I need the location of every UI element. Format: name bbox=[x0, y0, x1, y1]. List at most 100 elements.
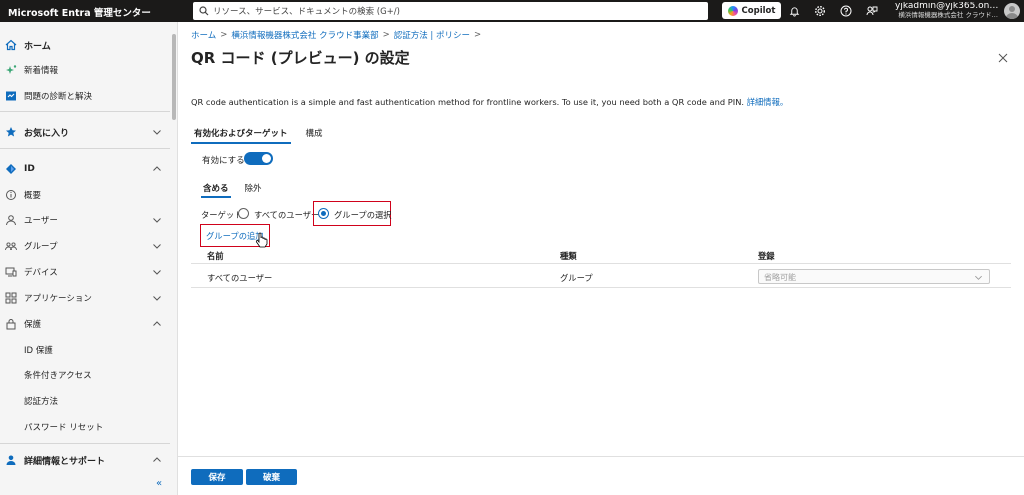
device-icon bbox=[5, 266, 17, 278]
chevron-down-icon bbox=[152, 241, 162, 251]
row-name-cell: すべてのユーザー bbox=[207, 273, 273, 283]
hand-cursor-icon bbox=[255, 232, 269, 248]
footer-divider bbox=[178, 456, 1024, 457]
lock-icon bbox=[5, 318, 17, 330]
breadcrumb-auth-policy[interactable]: 認証方法 | ポリシー bbox=[394, 29, 470, 41]
page-title: QR コード (プレビュー) の設定 bbox=[191, 49, 410, 67]
sidebar-item-applications[interactable]: アプリケーション bbox=[0, 287, 170, 309]
sidebar-item-identity[interactable]: ID bbox=[0, 158, 170, 180]
copilot-button[interactable]: Copilot bbox=[722, 2, 781, 19]
help-icon[interactable] bbox=[838, 3, 854, 19]
sidebar-item-label: 問題の診断と解決 bbox=[24, 92, 93, 102]
enable-toggle[interactable] bbox=[244, 152, 273, 165]
chevron-down-icon bbox=[152, 267, 162, 277]
account-tenant: 横浜情報機器株式会社 クラウド… bbox=[898, 11, 998, 19]
scrollbar-thumb[interactable] bbox=[172, 34, 176, 120]
breadcrumb-home[interactable]: ホーム bbox=[191, 29, 216, 41]
sidebar-item-label: アプリケーション bbox=[24, 294, 92, 304]
learn-more-link[interactable]: 詳細情報。 bbox=[747, 97, 789, 107]
chevron-up-icon bbox=[152, 164, 162, 174]
sidebar-item-diagnose[interactable]: 問題の診断と解決 bbox=[0, 85, 170, 107]
group-icon bbox=[5, 240, 17, 252]
radio-select-groups[interactable] bbox=[318, 208, 329, 219]
sidebar-item-label: ユーザー bbox=[24, 216, 58, 226]
avatar[interactable] bbox=[1004, 3, 1020, 19]
sidebar-item-label: パスワード リセット bbox=[24, 423, 104, 433]
subtab-bar: 含める 除外 bbox=[201, 182, 276, 198]
row-type-cell: グループ bbox=[560, 273, 593, 283]
description-text: QR code authentication is a simple and f… bbox=[191, 97, 747, 107]
tab-exclude[interactable]: 除外 bbox=[243, 182, 264, 198]
breadcrumb-separator: > bbox=[382, 30, 390, 40]
more-options-button[interactable]: ··· bbox=[394, 49, 405, 62]
enable-label: 有効にする bbox=[202, 156, 245, 166]
sidebar-item-protection[interactable]: 保護 bbox=[0, 313, 170, 335]
sidebar-item-label: 詳細情報とサポート bbox=[24, 456, 106, 467]
identity-icon bbox=[5, 163, 17, 175]
sparkle-icon bbox=[5, 64, 17, 76]
registration-value: 省略可能 bbox=[764, 273, 796, 282]
radio-all-users[interactable] bbox=[238, 208, 249, 219]
column-header-registration[interactable]: 登録 bbox=[758, 250, 775, 262]
breadcrumb-tenant[interactable]: 横浜情報機器株式会社 クラウド事業部 bbox=[231, 29, 378, 41]
close-icon[interactable] bbox=[997, 52, 1009, 64]
user-icon bbox=[5, 214, 17, 226]
tab-bar: 有効化およびターゲット 構成 bbox=[191, 127, 338, 144]
tab-include[interactable]: 含める bbox=[201, 182, 231, 198]
toggle-knob bbox=[262, 154, 271, 163]
column-header-type[interactable]: 種類 bbox=[560, 250, 577, 262]
home-icon bbox=[5, 39, 17, 51]
sidebar-item-devices[interactable]: デバイス bbox=[0, 261, 170, 283]
save-button[interactable]: 保存 bbox=[191, 469, 243, 485]
sidebar-item-whats-new[interactable]: 新着情報 bbox=[0, 59, 170, 81]
sidebar-item-label: グループ bbox=[24, 242, 58, 252]
sidebar-item-groups[interactable]: グループ bbox=[0, 235, 170, 257]
sidebar: ホーム 新着情報 問題の診断と解決 お気に入り ID 概要 ユーザー グループ … bbox=[0, 22, 178, 495]
chevron-down-icon bbox=[974, 273, 983, 285]
sidebar-item-label: ID 保護 bbox=[24, 346, 53, 356]
sidebar-item-favorites[interactable]: お気に入り bbox=[0, 121, 170, 143]
radio-select-groups-label[interactable]: グループの選択 bbox=[334, 209, 392, 221]
sidebar-item-label: ホーム bbox=[24, 41, 51, 52]
divider bbox=[0, 443, 170, 444]
chevron-down-icon bbox=[152, 127, 162, 137]
radio-all-users-label[interactable]: すべてのユーザー bbox=[254, 209, 319, 221]
breadcrumb: ホーム > 横浜情報機器株式会社 クラウド事業部 > 認証方法 | ポリシー > bbox=[191, 29, 485, 41]
sidebar-scrollbar[interactable] bbox=[171, 22, 177, 495]
sidebar-item-label: 概要 bbox=[24, 191, 42, 201]
discard-button[interactable]: 破棄 bbox=[246, 469, 297, 485]
bell-icon[interactable] bbox=[786, 3, 802, 19]
tab-configure[interactable]: 構成 bbox=[303, 127, 326, 144]
sidebar-item-overview[interactable]: 概要 bbox=[0, 184, 170, 206]
sidebar-item-conditional-access[interactable]: 条件付きアクセス bbox=[0, 364, 170, 386]
account-info[interactable]: yjkadmin@yjk365.on… 横浜情報機器株式会社 クラウド… bbox=[895, 2, 998, 20]
top-bar: Microsoft Entra 管理センター リソース、サービス、ドキュメントの… bbox=[0, 0, 1024, 22]
collapse-sidebar-button[interactable]: « bbox=[156, 478, 162, 489]
breadcrumb-separator: > bbox=[220, 30, 228, 40]
divider bbox=[0, 148, 170, 149]
table-header-divider bbox=[191, 263, 1011, 264]
tab-enable-target[interactable]: 有効化およびターゲット bbox=[191, 127, 291, 144]
sidebar-item-learn-support[interactable]: 詳細情報とサポート bbox=[0, 449, 170, 471]
sidebar-item-label: お気に入り bbox=[24, 128, 70, 139]
page-description: QR code authentication is a simple and f… bbox=[191, 96, 788, 108]
copilot-label: Copilot bbox=[741, 5, 776, 16]
sidebar-item-home[interactable]: ホーム bbox=[0, 34, 170, 56]
table-row-divider bbox=[191, 287, 1011, 288]
sidebar-item-users[interactable]: ユーザー bbox=[0, 209, 170, 231]
chevron-up-icon bbox=[152, 455, 162, 465]
registration-select[interactable]: 省略可能 bbox=[758, 269, 990, 284]
chevron-down-icon bbox=[152, 293, 162, 303]
feedback-icon[interactable] bbox=[864, 3, 880, 19]
search-icon bbox=[199, 6, 209, 16]
gear-icon[interactable] bbox=[812, 3, 828, 19]
brand-title[interactable]: Microsoft Entra 管理センター bbox=[8, 5, 151, 19]
sidebar-item-label: ID bbox=[24, 164, 35, 174]
column-header-name[interactable]: 名前 bbox=[207, 250, 224, 262]
sidebar-item-password-reset[interactable]: パスワード リセット bbox=[0, 416, 170, 438]
search-placeholder: リソース、サービス、ドキュメントの検索 (G+/) bbox=[213, 7, 400, 17]
global-search-input[interactable]: リソース、サービス、ドキュメントの検索 (G+/) bbox=[193, 2, 708, 20]
sidebar-item-label: 認証方法 bbox=[24, 397, 59, 407]
sidebar-item-id-protection[interactable]: ID 保護 bbox=[0, 339, 170, 361]
sidebar-item-auth-methods[interactable]: 認証方法 bbox=[0, 390, 170, 412]
